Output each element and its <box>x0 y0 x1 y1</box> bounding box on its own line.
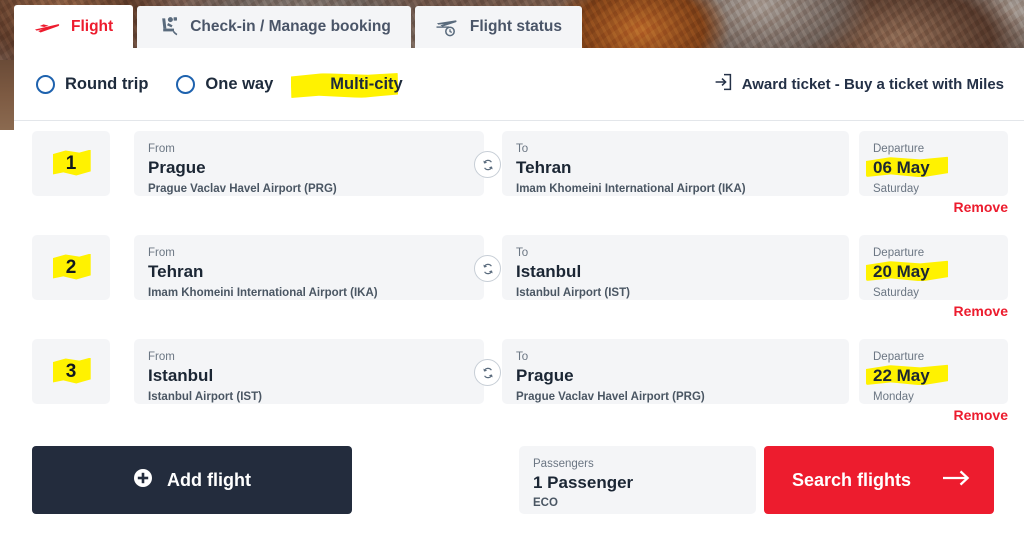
flight-index-number: 2 <box>65 256 77 278</box>
departure-date-field[interactable]: Departure 20 May Saturday <box>859 235 1008 300</box>
passengers-value: 1 Passenger <box>533 472 634 492</box>
origin-city: Prague <box>148 158 206 178</box>
airplane-icon <box>34 20 60 34</box>
flight-index-number: 3 <box>65 360 77 382</box>
remove-flight-button[interactable]: Remove <box>954 199 1008 215</box>
tab-flight-label: Flight <box>71 17 114 35</box>
departure-date-field[interactable]: Departure 06 May Saturday <box>859 131 1008 196</box>
destination-field[interactable]: To Prague Prague Vaclav Havel Airport (P… <box>502 339 849 404</box>
flight-index-number: 1 <box>65 152 77 174</box>
origin-field[interactable]: From Prague Prague Vaclav Havel Airport … <box>134 131 484 196</box>
radio-circle-icon <box>176 74 196 94</box>
departure-weekday: Monday <box>873 390 914 403</box>
origin-city: Tehran <box>148 262 204 282</box>
destination-city: Istanbul <box>516 262 582 282</box>
destination-city: Tehran <box>516 158 572 178</box>
origin-field-label: From <box>148 247 175 259</box>
radio-one-way[interactable]: One way <box>172 73 277 96</box>
airplane-clock-icon <box>435 17 459 37</box>
origin-field-label: From <box>148 143 175 155</box>
departure-field-label: Departure <box>873 247 925 259</box>
departure-date: 22 May <box>873 366 930 386</box>
destination-airport: Prague Vaclav Havel Airport (PRG) <box>516 390 705 403</box>
arrow-right-icon <box>942 469 970 492</box>
seat-passenger-icon <box>157 16 179 38</box>
destination-field-label: To <box>516 247 529 259</box>
remove-flight-button[interactable]: Remove <box>954 303 1008 319</box>
radio-multi-city-label: Multi-city <box>330 74 403 93</box>
search-flights-label: Search flights <box>792 469 912 490</box>
radio-round-trip[interactable]: Round trip <box>32 73 152 96</box>
flight-row: 3 From Istanbul Istanbul Airport (IST) T… <box>14 329 1024 433</box>
origin-airport: Istanbul Airport (IST) <box>148 390 262 403</box>
departure-date: 20 May <box>873 262 930 282</box>
destination-field-label: To <box>516 351 529 363</box>
award-ticket-link[interactable]: Award ticket - Buy a ticket with Miles <box>714 73 1004 95</box>
radio-multi-city[interactable]: Multi-city <box>297 73 406 96</box>
flight-rows: 1 From Prague Prague Vaclav Havel Airpor… <box>14 121 1024 433</box>
tab-checkin-label: Check-in / Manage booking <box>190 18 391 35</box>
tab-flight[interactable]: Flight <box>14 5 134 48</box>
departure-weekday: Saturday <box>873 182 920 195</box>
origin-airport: Imam Khomeini International Airport (IKA… <box>148 286 378 299</box>
departure-date-field[interactable]: Departure 22 May Monday <box>859 339 1008 404</box>
origin-field-label: From <box>148 351 175 363</box>
origin-field[interactable]: From Tehran Imam Khomeini International … <box>134 235 484 300</box>
departure-date: 06 May <box>873 158 930 178</box>
search-flights-button[interactable]: Search flights <box>764 446 994 514</box>
destination-field[interactable]: To Tehran Imam Khomeini International Ai… <box>502 131 849 196</box>
action-bar: Add flight Passengers 1 Passenger ECO Se… <box>14 438 1024 544</box>
main-tabbar: Flight Check-in / Manage booking Flight … <box>14 5 582 48</box>
tab-flight-status[interactable]: Flight status <box>414 6 582 48</box>
radio-round-trip-label: Round trip <box>65 74 149 93</box>
origin-field[interactable]: From Istanbul Istanbul Airport (IST) <box>134 339 484 404</box>
award-ticket-label: Award ticket - Buy a ticket with Miles <box>741 75 1004 93</box>
destination-airport: Istanbul Airport (IST) <box>516 286 630 299</box>
booking-panel: Round trip One way Multi-city Award tick… <box>14 48 1024 544</box>
destination-city: Prague <box>516 366 574 386</box>
remove-flight-button[interactable]: Remove <box>954 407 1008 423</box>
radio-circle-icon <box>36 74 55 94</box>
departure-field-label: Departure <box>873 143 925 155</box>
departure-field-label: Departure <box>873 351 925 363</box>
tab-checkin-manage-booking[interactable]: Check-in / Manage booking <box>137 6 411 48</box>
flight-index-badge: 2 <box>32 235 110 300</box>
departure-weekday: Saturday <box>873 286 920 299</box>
origin-city: Istanbul <box>148 366 214 386</box>
trip-type-row: Round trip One way Multi-city Award tick… <box>14 48 1024 120</box>
passengers-label: Passengers <box>533 458 594 470</box>
origin-airport: Prague Vaclav Havel Airport (PRG) <box>148 182 337 195</box>
swap-arrows-icon[interactable] <box>474 359 501 386</box>
flight-booking-widget: Flight Check-in / Manage booking Flight … <box>0 0 1024 544</box>
destination-field-label: To <box>516 143 529 155</box>
hero-background-left-strip <box>0 60 14 130</box>
add-flight-button[interactable]: Add flight <box>32 446 352 514</box>
login-arrow-icon <box>714 73 732 95</box>
flight-index-badge: 3 <box>32 339 110 404</box>
flight-row: 2 From Tehran Imam Khomeini Internationa… <box>14 225 1024 329</box>
radio-one-way-label: One way <box>205 74 274 93</box>
cabin-class-value: ECO <box>533 496 558 509</box>
swap-arrows-icon[interactable] <box>474 151 501 178</box>
trip-type-radio-group: Round trip One way Multi-city <box>32 73 407 96</box>
passengers-field[interactable]: Passengers 1 Passenger ECO <box>519 446 756 514</box>
flight-row: 1 From Prague Prague Vaclav Havel Airpor… <box>14 121 1024 225</box>
tab-flight-status-label: Flight status <box>469 18 562 35</box>
destination-field[interactable]: To Istanbul Istanbul Airport (IST) <box>502 235 849 300</box>
swap-arrows-icon[interactable] <box>474 255 501 282</box>
add-flight-label: Add flight <box>167 469 251 490</box>
flight-index-badge: 1 <box>32 131 110 196</box>
plus-circle-icon <box>133 468 153 493</box>
destination-airport: Imam Khomeini International Airport (IKA… <box>516 182 746 195</box>
